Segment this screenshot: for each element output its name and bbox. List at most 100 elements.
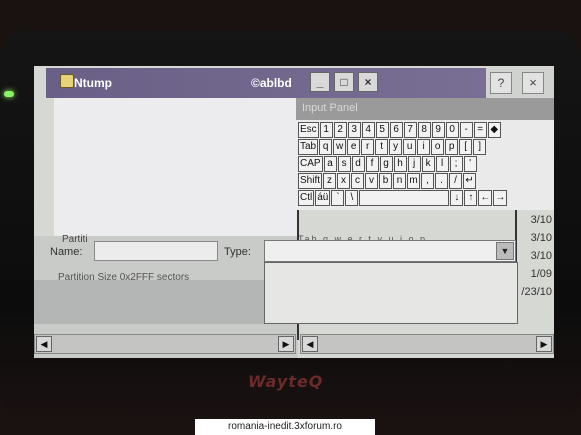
maximize-button[interactable]: □ xyxy=(334,72,354,92)
key-8[interactable]: 8 xyxy=(417,122,431,138)
key-2[interactable]: 2 xyxy=(333,122,347,138)
info-strip: Partition Size 0x2FFF sectors xyxy=(34,272,298,324)
key-u[interactable]: u xyxy=(403,139,417,155)
key-w[interactable]: w xyxy=(333,139,347,155)
key-a[interactable]: a xyxy=(323,156,337,172)
keyboard-row-3: CAP a s d f g h j k l ; ' xyxy=(298,156,477,172)
key-9[interactable]: 9 xyxy=(431,122,445,138)
watermark: romania-inedit.3xforum.ro xyxy=(195,419,375,435)
key-backspace-icon[interactable]: ◆ xyxy=(487,122,501,138)
key-y[interactable]: y xyxy=(389,139,403,155)
key-o[interactable]: o xyxy=(431,139,445,155)
key-quote[interactable]: ' xyxy=(463,156,477,172)
date-cell: 3/10 xyxy=(530,214,552,226)
content-panel xyxy=(54,98,298,236)
type-label: Type: xyxy=(224,246,251,258)
keyboard-row-1: Esc 1 2 3 4 5 6 7 8 9 0 - = ◆ xyxy=(298,122,501,138)
keyboard-row-2: Tab q w e r t y u i o p [ ] xyxy=(298,139,487,155)
key-period[interactable]: . xyxy=(435,173,449,189)
key-n[interactable]: n xyxy=(393,173,407,189)
partition-size-label: Partition Size 0x2FFF sectors xyxy=(58,272,190,283)
key-arrow-right-icon[interactable]: → xyxy=(493,190,508,206)
key-shift[interactable]: Shift xyxy=(298,173,323,189)
key-minus[interactable]: - xyxy=(459,122,473,138)
minimize-button[interactable]: _ xyxy=(310,72,330,92)
key-j[interactable]: j xyxy=(407,156,421,172)
key-z[interactable]: z xyxy=(323,173,337,189)
key-arrow-up-icon[interactable]: ↑ xyxy=(464,190,478,206)
key-f[interactable]: f xyxy=(365,156,379,172)
key-comma[interactable]: , xyxy=(421,173,435,189)
screen: Ntump ©ablbd _ □ × ? × Partition Size 0x… xyxy=(34,66,554,358)
input-panel: Input Panel Esc 1 2 3 4 5 6 7 8 9 0 - = … xyxy=(296,98,554,210)
key-d[interactable]: d xyxy=(351,156,365,172)
date-cell: /23/10 xyxy=(521,286,552,298)
type-select[interactable]: ▼ xyxy=(264,240,516,262)
key-intl[interactable]: áü xyxy=(315,190,331,206)
key-p[interactable]: p xyxy=(445,139,459,155)
key-bracket-right[interactable]: ] xyxy=(473,139,487,155)
window-title: Ntump xyxy=(74,76,112,90)
power-led-icon xyxy=(4,91,14,97)
chevron-down-icon[interactable]: ▼ xyxy=(496,242,514,260)
key-space[interactable] xyxy=(359,190,450,206)
keyboard-row-4: Shift z x c v b n m , . / ↵ xyxy=(298,173,477,189)
right-hscrollbar[interactable]: ◀ ▶ xyxy=(300,334,554,354)
scroll-right-icon[interactable]: ▶ xyxy=(278,336,294,352)
key-m[interactable]: m xyxy=(407,173,421,189)
key-enter-icon[interactable]: ↵ xyxy=(463,173,477,189)
secondary-close-button[interactable]: × xyxy=(522,72,544,94)
scroll-left-icon[interactable]: ◀ xyxy=(36,336,52,352)
name-input[interactable] xyxy=(94,241,218,261)
close-button[interactable]: × xyxy=(358,72,378,92)
key-arrow-left-icon[interactable]: ← xyxy=(478,190,493,206)
key-3[interactable]: 3 xyxy=(347,122,361,138)
key-c[interactable]: c xyxy=(351,173,365,189)
date-cell: 1/09 xyxy=(530,268,552,280)
partition-label: Partiti xyxy=(62,234,88,245)
key-backtick[interactable]: ` xyxy=(331,190,345,206)
key-semicolon[interactable]: ; xyxy=(449,156,463,172)
key-x[interactable]: x xyxy=(337,173,351,189)
key-e[interactable]: e xyxy=(347,139,361,155)
key-l[interactable]: l xyxy=(435,156,449,172)
date-cell: 3/10 xyxy=(530,250,552,262)
key-t[interactable]: t xyxy=(375,139,389,155)
device-brand-logo: WayteQ xyxy=(248,372,324,391)
key-0[interactable]: 0 xyxy=(445,122,459,138)
key-7[interactable]: 7 xyxy=(403,122,417,138)
left-hscrollbar[interactable]: ◀ ▶ xyxy=(34,334,296,354)
key-g[interactable]: g xyxy=(379,156,393,172)
key-tab[interactable]: Tab xyxy=(298,139,319,155)
key-ctrl[interactable]: Ctl xyxy=(298,190,315,206)
help-button[interactable]: ? xyxy=(490,72,512,94)
key-k[interactable]: k xyxy=(421,156,435,172)
scroll-left-icon[interactable]: ◀ xyxy=(302,336,318,352)
key-6[interactable]: 6 xyxy=(389,122,403,138)
key-esc[interactable]: Esc xyxy=(298,122,319,138)
key-bracket-left[interactable]: [ xyxy=(459,139,473,155)
keyboard-row-5: Ctl áü ` \ ↓ ↑ ← → xyxy=(298,190,508,206)
app-icon xyxy=(60,74,74,88)
key-s[interactable]: s xyxy=(337,156,351,172)
key-caps[interactable]: CAP xyxy=(298,156,323,172)
key-slash[interactable]: / xyxy=(449,173,463,189)
window-titlebar: Ntump ©ablbd _ □ × xyxy=(46,68,516,98)
key-i[interactable]: i xyxy=(417,139,431,155)
scroll-right-icon[interactable]: ▶ xyxy=(536,336,552,352)
key-5[interactable]: 5 xyxy=(375,122,389,138)
key-r[interactable]: r xyxy=(361,139,375,155)
input-panel-title: Input Panel xyxy=(296,98,554,120)
key-h[interactable]: h xyxy=(393,156,407,172)
key-arrow-down-icon[interactable]: ↓ xyxy=(450,190,464,206)
key-b[interactable]: b xyxy=(379,173,393,189)
date-cell: 3/10 xyxy=(530,232,552,244)
key-v[interactable]: v xyxy=(365,173,379,189)
key-backslash[interactable]: \ xyxy=(345,190,359,206)
key-4[interactable]: 4 xyxy=(361,122,375,138)
key-q[interactable]: q xyxy=(319,139,333,155)
name-label: Name: xyxy=(50,246,83,258)
key-equals[interactable]: = xyxy=(473,122,487,138)
type-dropdown-list[interactable] xyxy=(264,262,518,324)
key-1[interactable]: 1 xyxy=(319,122,333,138)
